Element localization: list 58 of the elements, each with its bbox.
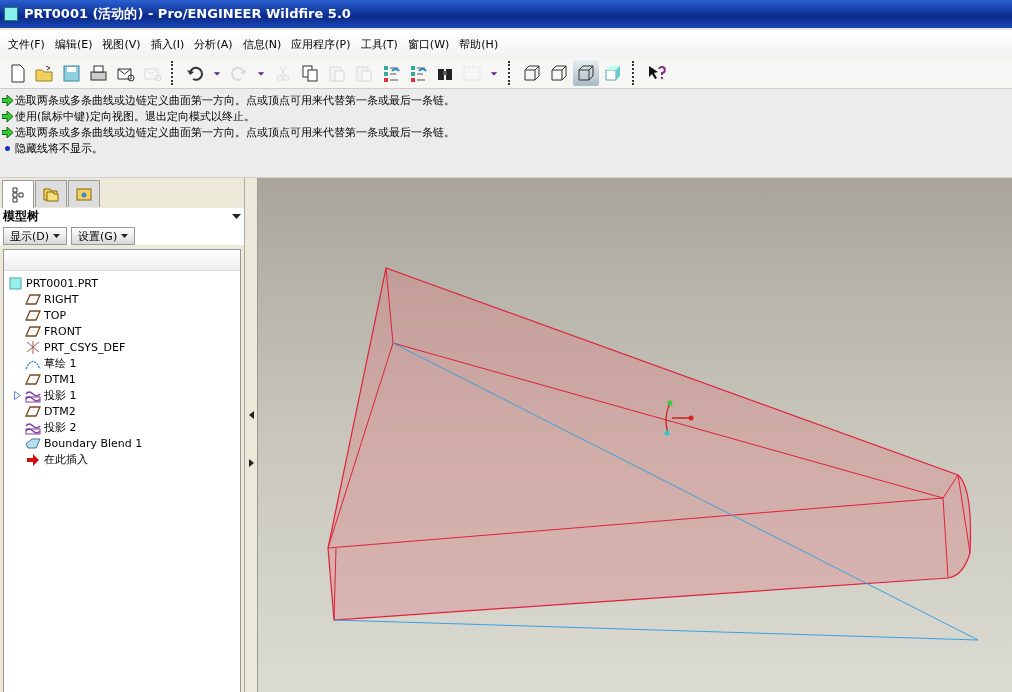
message-text: 隐藏线将不显示。 <box>15 141 103 156</box>
datum-plane-icon <box>25 291 41 307</box>
menu-item[interactable]: 工具(T) <box>356 34 402 54</box>
panel-title: 模型树 <box>3 208 39 225</box>
part-icon <box>8 275 23 291</box>
menu-item[interactable]: 帮助(H) <box>455 34 503 54</box>
coordinate-axes-icon <box>664 400 694 436</box>
cube-icon[interactable] <box>573 60 599 86</box>
surface-icon <box>25 435 41 451</box>
datum-plane-icon <box>25 371 41 387</box>
tree-item[interactable]: TOP <box>44 308 66 322</box>
tree-item[interactable]: DTM2 <box>44 404 76 418</box>
tree-item[interactable]: DTM1 <box>44 372 76 386</box>
folder-icon <box>76 186 92 202</box>
caret-icon[interactable] <box>232 213 242 220</box>
panel-tab[interactable] <box>68 180 100 207</box>
menu-item[interactable]: 窗口(W) <box>403 34 454 54</box>
tree-item[interactable]: FRONT <box>44 324 82 338</box>
dropdown-button[interactable]: 设置(G) <box>71 227 136 245</box>
dropdown-button[interactable]: 显示(D) <box>3 227 68 245</box>
menu-item[interactable]: 视图(V) <box>98 34 145 54</box>
caret-icon <box>121 233 129 239</box>
menu-item[interactable]: 文件(F) <box>4 34 49 54</box>
tree-item[interactable]: Boundary Blend 1 <box>44 436 143 450</box>
tree-item[interactable]: 在此插入 <box>44 451 88 467</box>
tree-item[interactable]: RIGHT <box>44 292 79 306</box>
menu-item[interactable]: 信息(N) <box>238 34 286 54</box>
arrow-icon <box>2 95 13 106</box>
tree-icon <box>10 187 26 203</box>
tree-item[interactable]: 投影 1 <box>44 387 77 403</box>
caret-icon <box>53 233 61 239</box>
message-text: 使用(鼠标中键)定向视图。退出定向模式以终止。 <box>15 109 255 124</box>
tree-item[interactable]: PRT0001.PRT <box>26 276 98 290</box>
app-icon <box>4 7 18 21</box>
expand-panel-icon[interactable] <box>248 458 254 467</box>
arrow-icon <box>2 111 13 122</box>
coordinate-system-icon <box>25 339 41 355</box>
menu-item[interactable]: 应用程序(P) <box>287 34 355 54</box>
datum-plane-icon <box>25 307 41 323</box>
datum-plane-icon <box>25 403 41 419</box>
message-text: 选取两条或多条曲线或边链定义曲面第一方向。点或顶点可用来代替第一条或最后一条链。 <box>15 93 455 108</box>
panel-tab[interactable] <box>35 180 67 207</box>
datum-plane-icon <box>25 323 41 339</box>
bullet-icon <box>2 143 13 154</box>
expand-icon[interactable] <box>14 390 21 400</box>
menu-item[interactable]: 分析(A) <box>190 34 237 54</box>
panel-tab[interactable] <box>2 180 34 209</box>
tree-item[interactable]: 投影 2 <box>44 419 77 435</box>
menu-item[interactable]: 插入(I) <box>146 34 189 54</box>
window-title: PRT0001 (活动的) - Pro/ENGINEER Wildfire 5.0 <box>24 5 351 23</box>
arrow-icon <box>2 127 13 138</box>
message-text: 选取两条或多条曲线或边链定义曲面第一方向。点或顶点可用来代替第一条或最后一条链。 <box>15 125 455 140</box>
tree-item[interactable]: 草绘 1 <box>44 355 77 371</box>
folders-icon <box>43 186 59 202</box>
menu-item[interactable]: 编辑(E) <box>50 34 97 54</box>
tree-item[interactable]: PRT_CSYS_DEF <box>44 340 126 354</box>
collapse-icon[interactable] <box>248 410 254 419</box>
insert-arrow-icon <box>25 451 41 467</box>
